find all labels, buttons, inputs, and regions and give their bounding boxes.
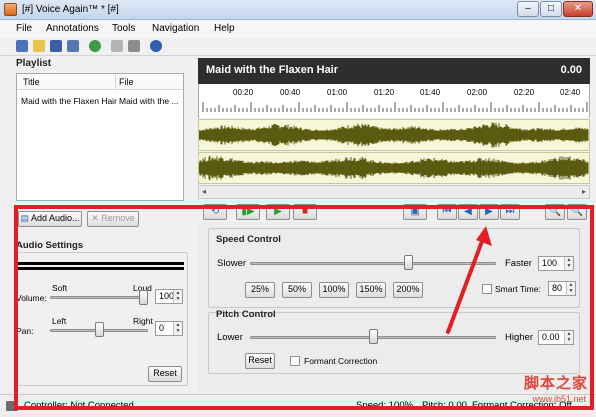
column-title[interactable]: Title <box>23 77 40 87</box>
waveform-right <box>198 155 589 181</box>
horizontal-scrollbar[interactable]: ◂ ▸ <box>198 185 590 199</box>
tick-label: 01:20 <box>374 88 395 97</box>
help-icon[interactable] <box>150 40 162 52</box>
new-icon[interactable] <box>16 40 28 52</box>
tick-label: 00:20 <box>233 88 254 97</box>
track-title: Maid with the Flaxen Hair <box>206 64 339 76</box>
annotation-arrow-icon <box>446 226 492 334</box>
watermark-url: www.jb51.net <box>532 394 586 404</box>
window-title: [#] Voice Again™ * [#] <box>22 4 119 15</box>
timeline[interactable]: 00:20 00:40 01:00 01:20 01:40 02:00 02:2… <box>198 84 590 118</box>
playlist-title: Playlist <box>16 58 52 69</box>
tick-label: 00:40 <box>280 88 301 97</box>
track-header: Maid with the Flaxen Hair 0.00 <box>198 58 590 84</box>
close-button[interactable]: ✕ <box>563 1 593 17</box>
globe-icon[interactable] <box>89 40 101 52</box>
track-time: 0.00 <box>560 64 582 76</box>
menu-help[interactable]: Help <box>214 23 235 34</box>
column-file[interactable]: File <box>119 77 134 87</box>
scroll-left-icon[interactable]: ◂ <box>202 187 206 196</box>
menu-tools[interactable]: Tools <box>112 23 135 34</box>
annotation-highlight-box <box>14 205 594 410</box>
waveform-left <box>198 122 589 148</box>
filter-icon[interactable] <box>111 40 123 52</box>
save-icon[interactable] <box>50 40 62 52</box>
playlist-row-file[interactable]: Maid with the ... <box>119 96 179 106</box>
tick-label: 01:40 <box>420 88 441 97</box>
scroll-right-icon[interactable]: ▸ <box>582 187 586 196</box>
playlist-row-title[interactable]: Maid with the Flaxen Hair <box>21 96 117 106</box>
menu-navigation[interactable]: Navigation <box>152 23 199 34</box>
tick-label: 02:00 <box>467 88 488 97</box>
waveform-channel-right[interactable] <box>198 152 590 184</box>
open-icon[interactable] <box>33 40 45 52</box>
menu-annotations[interactable]: Annotations <box>46 23 99 34</box>
tick-label: 02:20 <box>514 88 535 97</box>
waveform-channel-left[interactable] <box>198 119 590 151</box>
save-as-icon[interactable] <box>67 40 79 52</box>
edit-icon[interactable] <box>128 40 140 52</box>
title-bar: [#] Voice Again™ * [#] – □ ✕ <box>0 0 596 20</box>
maximize-button[interactable]: □ <box>540 1 562 17</box>
app-icon <box>4 3 17 16</box>
toolbar <box>0 38 596 56</box>
tick-label: 01:00 <box>327 88 348 97</box>
watermark-text: 脚本之家 <box>523 375 588 392</box>
menu-file[interactable]: File <box>16 23 32 34</box>
playlist-header: Title File <box>17 74 183 90</box>
playlist-table[interactable]: Title File Maid with the Flaxen Hair Mai… <box>16 73 184 201</box>
minimize-button[interactable]: – <box>517 1 539 17</box>
ruler-ticks <box>202 102 588 112</box>
tick-label: 02:40 <box>560 88 581 97</box>
menu-bar: File Annotations Tools Navigation Help <box>0 20 596 38</box>
